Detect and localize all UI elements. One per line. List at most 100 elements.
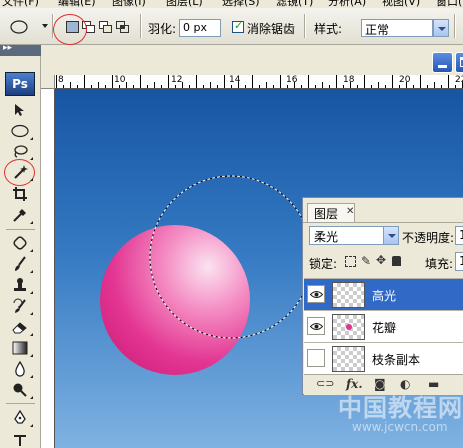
- eye-icon[interactable]: [307, 317, 325, 335]
- minimize-window-button[interactable]: [432, 52, 453, 73]
- ruler-tick: [371, 85, 372, 88]
- lock-pixels-icon[interactable]: ✎: [361, 254, 371, 268]
- lock-all-icon[interactable]: [392, 256, 401, 266]
- lock-position-icon[interactable]: ✥: [376, 253, 386, 267]
- ps-logo[interactable]: Ps: [5, 72, 35, 96]
- ruler-tick: [364, 75, 365, 88]
- menu-window[interactable]: 窗口(W): [436, 0, 463, 8]
- ruler-tick: [287, 85, 288, 88]
- toolbox-grip[interactable]: ▸▸: [0, 43, 41, 56]
- vertical-ruler[interactable]: [41, 89, 55, 448]
- move-tool-icon[interactable]: [10, 101, 30, 119]
- ruler-tick: [231, 85, 232, 88]
- ruler-tick: [301, 85, 302, 88]
- link-layers-icon[interactable]: ⊂⊃: [316, 377, 334, 390]
- ruler-tick: [196, 75, 197, 88]
- ruler-label: 16: [286, 75, 298, 85]
- type-tool-icon[interactable]: [10, 431, 30, 448]
- menu-layer[interactable]: 图层(L): [166, 0, 203, 8]
- menu-filter[interactable]: 滤镜(T): [276, 0, 313, 8]
- menu-view[interactable]: 视图(V): [382, 0, 420, 8]
- ruler-tick: [385, 85, 386, 88]
- magic-wand-tool-icon[interactable]: [10, 163, 33, 181]
- pen-tool-icon[interactable]: [10, 409, 33, 427]
- lasso-tool-icon[interactable]: [10, 142, 33, 160]
- menu-file[interactable]: 文件(F): [2, 0, 39, 8]
- divider: [454, 14, 456, 38]
- subtract-from-selection-icon[interactable]: [99, 21, 112, 33]
- layer-row[interactable]: 枝条副本: [304, 342, 463, 374]
- ruler-tick: [308, 75, 309, 88]
- ruler-tick: [84, 75, 85, 88]
- ruler-tick: [427, 85, 428, 88]
- ruler-label: 12: [171, 75, 183, 85]
- ruler-tick: [420, 75, 421, 88]
- eye-icon[interactable]: [307, 285, 325, 303]
- watermark-title: 中国教程网: [338, 393, 463, 422]
- ruler-tick: [455, 85, 456, 88]
- opacity-input[interactable]: 1: [455, 226, 463, 245]
- maximize-window-button[interactable]: [455, 52, 463, 73]
- ruler-tick: [217, 85, 218, 88]
- history-brush-tool-icon[interactable]: [10, 297, 33, 315]
- layer-row[interactable]: 高光: [304, 278, 463, 310]
- ellipse-marquee-icon[interactable]: [10, 19, 30, 35]
- menubar: 文件(F) 编辑(E) 图像(I) 图层(L) 选择(S) 滤镜(T) 分析(A…: [0, 0, 463, 8]
- blur-tool-icon[interactable]: [10, 360, 33, 378]
- ruler-tick: [126, 82, 127, 88]
- dodge-tool-icon[interactable]: [10, 381, 33, 399]
- crop-tool-icon[interactable]: [10, 185, 30, 203]
- elliptical-marquee-tool-icon[interactable]: [10, 122, 33, 140]
- ruler-tick: [357, 85, 358, 88]
- style-dropdown-button[interactable]: [433, 19, 449, 37]
- ruler-tick: [147, 85, 148, 88]
- layer-name[interactable]: 花瓣: [372, 319, 396, 336]
- ruler-tick: [168, 75, 169, 88]
- menu-image[interactable]: 图像(I): [112, 0, 146, 8]
- ruler-tick: [329, 85, 330, 88]
- eraser-tool-icon[interactable]: [10, 318, 33, 336]
- ruler-tick: [133, 85, 134, 88]
- divider: [140, 14, 142, 38]
- menu-edit[interactable]: 编辑(E): [58, 0, 96, 8]
- brush-tool-icon[interactable]: [10, 255, 33, 273]
- ruler-tick: [140, 75, 141, 88]
- ruler-tick: [413, 85, 414, 88]
- visibility-toggle[interactable]: [307, 349, 325, 367]
- eyedropper-tool-icon[interactable]: [10, 206, 33, 224]
- layer-name[interactable]: 高光: [372, 287, 396, 304]
- antialias-checkbox[interactable]: [232, 19, 244, 33]
- ruler-tick: [315, 85, 316, 88]
- close-icon[interactable]: ✕: [346, 206, 354, 217]
- fill-input[interactable]: 1: [455, 252, 463, 271]
- style-select[interactable]: 正常: [361, 19, 433, 37]
- layer-row[interactable]: 花瓣: [304, 310, 463, 342]
- ruler-tick: [266, 82, 267, 88]
- toolbox: ▸▸ Ps: [0, 43, 41, 448]
- ruler-tick: [259, 85, 260, 88]
- ruler-label: 18: [343, 75, 355, 85]
- healing-brush-tool-icon[interactable]: [10, 234, 33, 252]
- style-label: 样式:: [314, 22, 343, 36]
- toolbox-divider: [6, 229, 35, 230]
- menu-analysis[interactable]: 分析(A): [328, 0, 366, 8]
- blend-mode-dropdown-button[interactable]: [383, 226, 399, 245]
- layer-thumbnail: [332, 314, 365, 340]
- layer-name[interactable]: 枝条副本: [372, 351, 420, 368]
- intersect-selection-icon[interactable]: [116, 21, 129, 33]
- ruler-tick: [448, 75, 449, 88]
- horizontal-ruler[interactable]: 8 10 12 14 16 18 20 22: [55, 75, 463, 89]
- tab-layers[interactable]: 图层 ✕: [307, 203, 355, 222]
- gradient-tool-icon[interactable]: [10, 339, 33, 357]
- ruler-origin[interactable]: [41, 75, 55, 89]
- annotation-circle: [53, 14, 87, 45]
- tool-preset-chevron-down-icon[interactable]: [42, 24, 48, 28]
- divider: [304, 14, 306, 38]
- ruler-tick: [189, 85, 190, 88]
- menu-select[interactable]: 选择(S): [222, 0, 260, 8]
- feather-input[interactable]: 0 px: [179, 19, 221, 37]
- lock-transparency-icon[interactable]: [345, 256, 356, 267]
- clone-stamp-tool-icon[interactable]: [10, 276, 33, 294]
- ruler-tick: [343, 85, 344, 88]
- ruler-tick: [378, 82, 379, 88]
